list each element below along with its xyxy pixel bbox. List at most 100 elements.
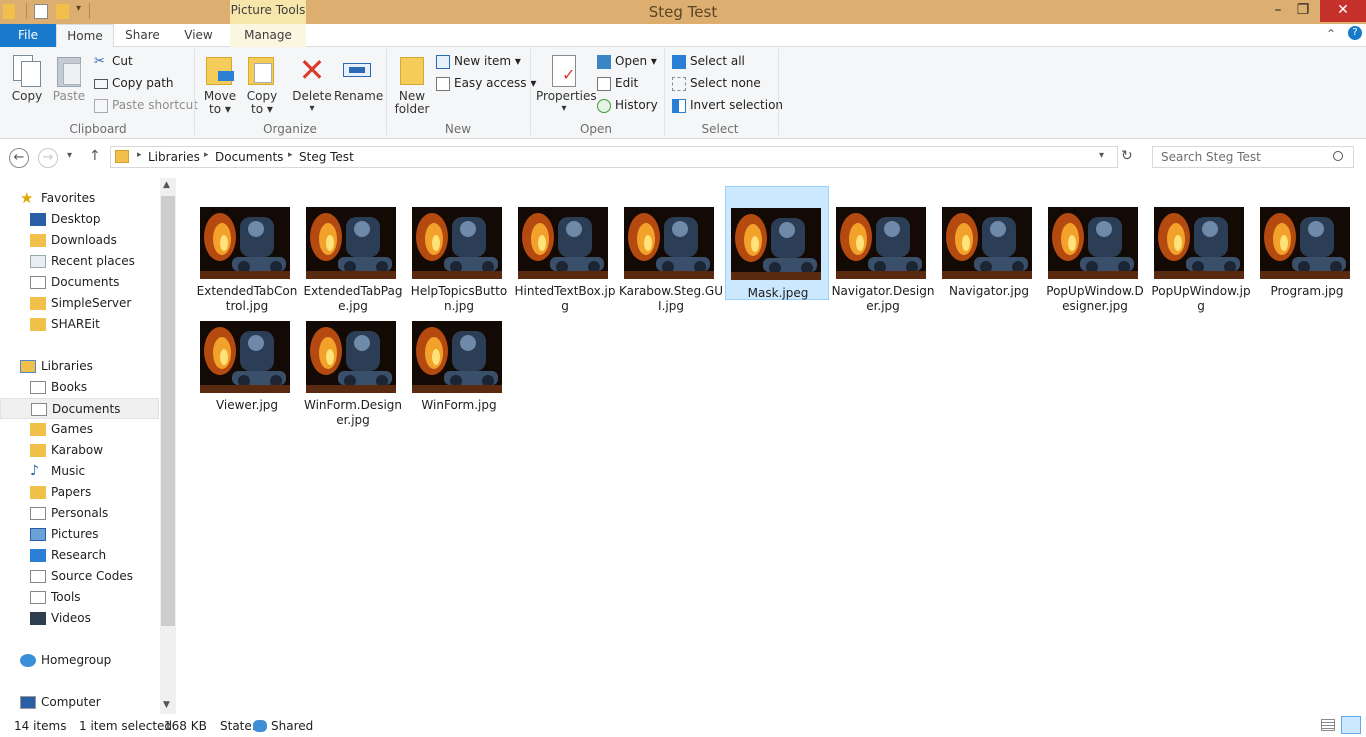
properties-icon: ✓ [548,53,580,89]
file-item[interactable]: HelpTopicsButton.jpg [407,186,511,313]
nav-item-books[interactable]: Books [0,377,159,398]
file-item[interactable]: Karabow.Steg.GUI.jpg [619,186,723,313]
paste-shortcut-button[interactable]: Paste shortcut [94,95,198,115]
folder-icon [115,150,129,163]
copy-to-button[interactable]: Copy to ▾ [242,53,282,115]
nav-item-simpleserver[interactable]: SimpleServer [0,293,159,314]
nav-item-videos[interactable]: Videos [0,608,159,629]
easy-access-button[interactable]: Easy access ▾ [436,73,536,93]
tab-share[interactable]: Share [114,24,171,47]
nav-libraries[interactable]: Libraries [0,356,159,377]
up-button[interactable]: ↑ [89,148,101,164]
recent-locations-chevron-icon[interactable]: ▾ [67,150,72,161]
file-item[interactable]: ExtendedTabControl.jpg [195,186,299,313]
move-to-button[interactable]: Move to ▾ [200,53,240,115]
new-folder-button[interactable]: New folder [392,53,432,115]
scroll-down-chevron-icon[interactable]: ▼ [163,700,170,710]
history-button[interactable]: History [597,95,658,115]
nav-item-shareit[interactable]: SHAREit [0,314,159,335]
invert-selection-button[interactable]: Invert selection [672,95,783,115]
open-button[interactable]: Open ▾ [597,51,657,71]
tab-manage[interactable]: Manage [230,24,306,47]
nav-item-documents-fav[interactable]: Documents [0,272,159,293]
nav-item-research[interactable]: Research [0,545,159,566]
breadcrumb-libraries[interactable]: Libraries [148,150,200,164]
nav-item-personals[interactable]: Personals [0,503,159,524]
image-thumbnail-icon [731,208,821,280]
cut-label: Cut [112,54,133,68]
nav-scrollbar-thumb[interactable] [161,196,175,626]
back-button[interactable]: ← [9,148,29,168]
address-dropdown-chevron-icon[interactable]: ▾ [1099,150,1104,161]
chevron-right-icon: ▸ [137,150,142,160]
nav-favorites[interactable]: ★ Favorites [0,188,159,209]
properties-icon[interactable] [34,4,48,19]
nav-item-source-codes[interactable]: Source Codes [0,566,159,587]
edit-button[interactable]: Edit [597,73,638,93]
nav-item-documents[interactable]: Documents [0,398,159,419]
file-item[interactable]: Mask.jpeg [725,186,829,300]
select-all-button[interactable]: Select all [672,51,745,71]
clipboard-group-label: Clipboard [69,122,127,136]
cut-button[interactable]: ✂ Cut [94,51,133,71]
nav-item-pictures[interactable]: Pictures [0,524,159,545]
divider [778,49,779,135]
select-none-button[interactable]: Select none [672,73,761,93]
forward-button[interactable]: → [38,148,58,168]
recent-places-icon [30,255,46,268]
file-item[interactable]: Navigator.Designer.jpg [831,186,935,313]
file-item[interactable]: HintedTextBox.jpg [513,186,617,313]
paste-button[interactable]: Paste [48,53,90,103]
nav-item-recent-places[interactable]: Recent places [0,251,159,272]
file-item[interactable]: WinForm.Designer.jpg [301,300,405,427]
nav-item-downloads[interactable]: Downloads [0,230,159,251]
folder-icon [30,297,46,310]
nav-item-games[interactable]: Games [0,419,159,440]
new-item-button[interactable]: New item ▾ [436,51,521,71]
tab-file[interactable]: File [0,24,56,47]
help-icon[interactable]: ? [1348,26,1362,40]
nav-item-music[interactable]: ♪ Music [0,461,159,482]
file-item[interactable]: PopUpWindow.Designer.jpg [1043,186,1147,313]
file-item[interactable]: ExtendedTabPage.jpg [301,186,405,313]
refresh-icon[interactable]: ↻ [1121,148,1133,164]
file-item[interactable]: WinForm.jpg [407,300,511,414]
music-note-icon: ♪ [30,463,39,479]
search-icon [1333,151,1343,161]
scroll-up-chevron-icon[interactable]: ▲ [163,180,170,190]
file-item[interactable]: Program.jpg [1255,186,1359,300]
properties-button[interactable]: ✓ Properties ▾ [536,53,597,115]
image-thumbnail-icon [200,321,290,393]
delete-button[interactable]: ✕ Delete ▾ [292,53,332,115]
nav-item-tools[interactable]: Tools [0,587,159,608]
copy-path-button[interactable]: Copy path [94,73,174,93]
nav-item-papers[interactable]: Papers [0,482,159,503]
minimize-ribbon-chevron-icon[interactable]: ⌃ [1326,27,1336,41]
copy-button[interactable]: Copy [6,53,48,103]
tab-view[interactable]: View [171,24,226,47]
address-bar[interactable]: ▸ Libraries ▸ Documents ▸ Steg Test ▾ [110,146,1118,168]
nav-item-karabow[interactable]: Karabow [0,440,159,461]
rename-button[interactable]: Rename [334,53,383,103]
nav-item-desktop[interactable]: Desktop [0,209,159,230]
tab-home[interactable]: Home [56,24,114,48]
breadcrumb-documents[interactable]: Documents [215,150,283,164]
close-button[interactable]: ✕ [1320,0,1366,22]
breadcrumb-steg-test[interactable]: Steg Test [299,150,354,164]
customize-qat-chevron-icon[interactable]: ▾ [76,3,81,14]
file-item[interactable]: Navigator.jpg [937,186,1041,300]
nav-homegroup[interactable]: Homegroup [0,650,159,671]
status-bar: 14 items 1 item selected 168 KB State: S… [0,714,1366,737]
organize-group-label: Organize [263,122,317,136]
history-icon [597,98,611,113]
search-input[interactable]: Search Steg Test [1152,146,1354,168]
file-name: PopUpWindow.jpg [1151,284,1251,313]
nav-computer[interactable]: Computer [0,692,159,713]
large-icons-view-icon[interactable] [1341,716,1361,734]
file-item[interactable]: Viewer.jpg [195,300,299,414]
file-item[interactable]: PopUpWindow.jpg [1149,186,1253,313]
new-folder-icon[interactable] [56,4,69,19]
details-view-icon[interactable] [1321,719,1335,731]
select-none-label: Select none [690,76,761,90]
copy-folder-icon [246,53,278,89]
